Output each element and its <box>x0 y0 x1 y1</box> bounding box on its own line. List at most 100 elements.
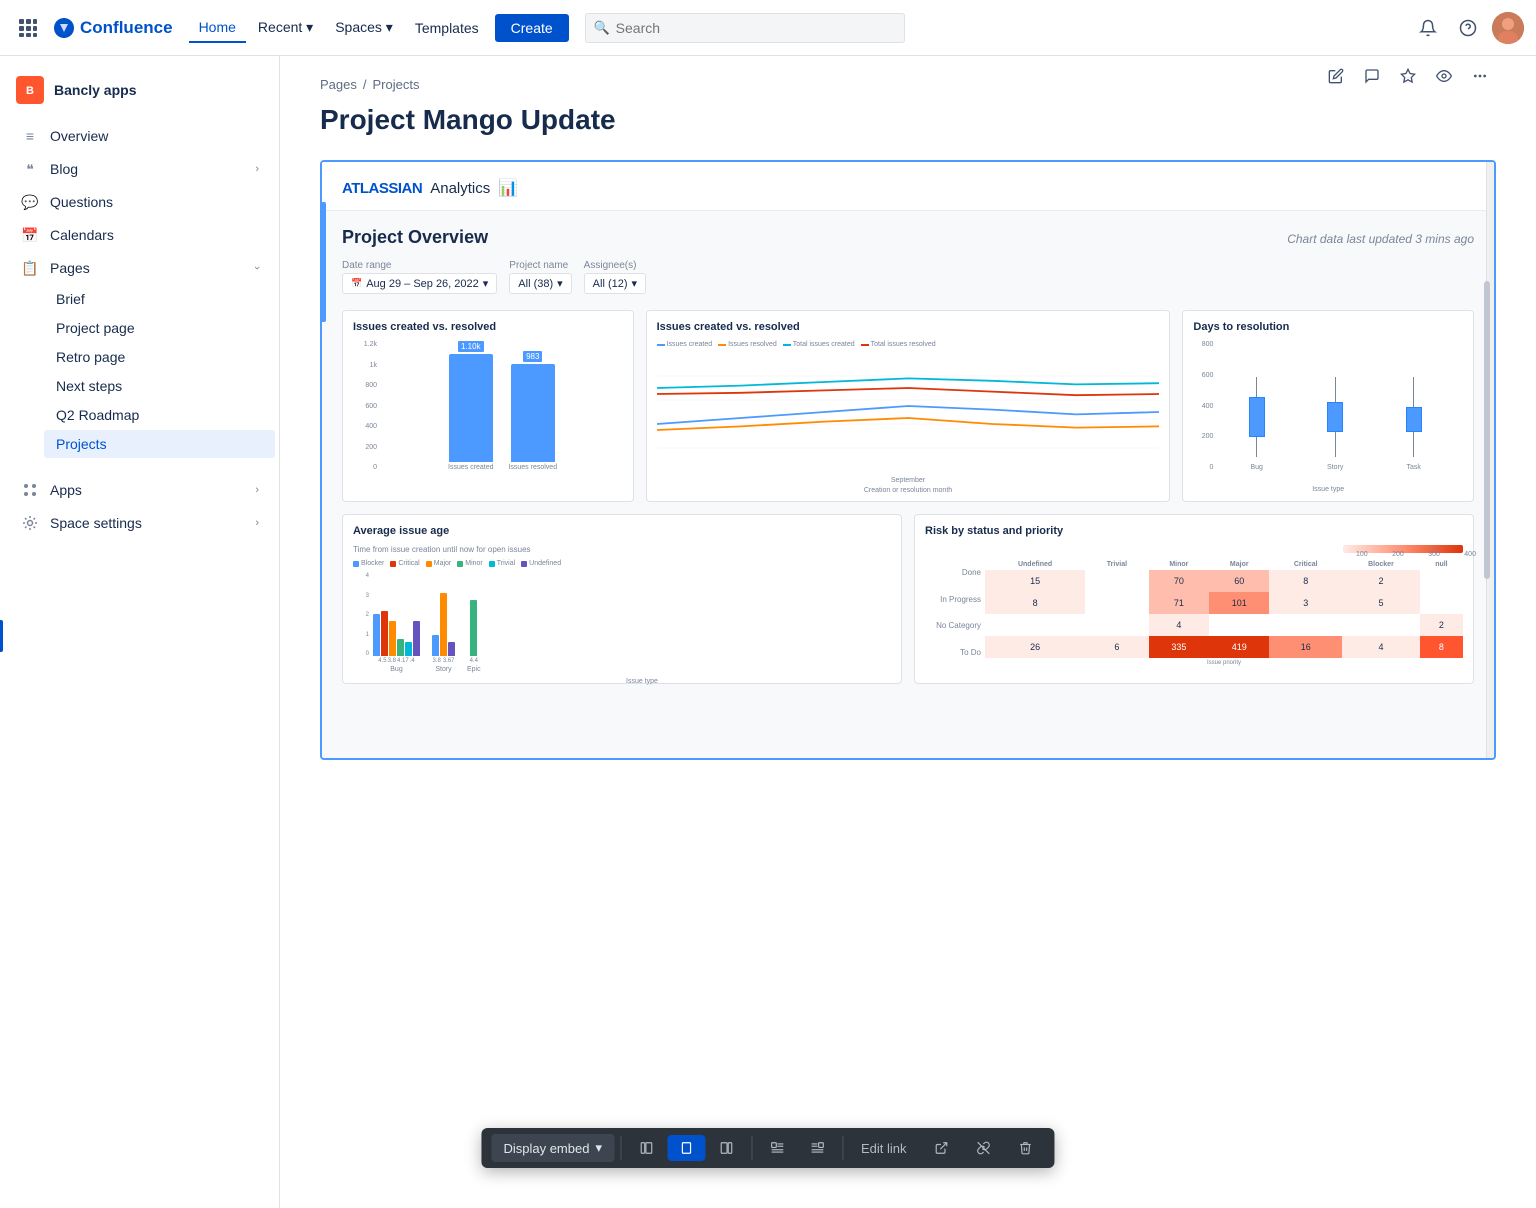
embed-scrollbar-thumb[interactable] <box>1484 281 1490 579</box>
days-resolution-chart: Days to resolution 8006004002000 <box>1182 310 1474 502</box>
sidebar-item-questions[interactable]: 💬 Questions <box>4 186 275 218</box>
pages-icon: 📋 <box>20 258 40 278</box>
project-label: Project name <box>509 260 571 271</box>
nav-home[interactable]: Home <box>189 13 246 43</box>
align-left-button[interactable] <box>627 1135 665 1161</box>
star-button[interactable] <box>1392 60 1424 92</box>
sidebar-item-q2-roadmap[interactable]: Q2 Roadmap <box>44 401 275 429</box>
nav-templates[interactable]: Templates <box>405 14 489 42</box>
box-bug-label: Bug <box>1250 464 1262 471</box>
wrap-left-button[interactable] <box>758 1135 796 1161</box>
age-bug-group: 4.53.84.17.4 Bug <box>373 572 420 673</box>
project-select[interactable]: All (38) ▾ <box>509 273 571 294</box>
risk-heatmap: Risk by status and priority 100200300400 <box>914 514 1474 684</box>
page-toolbar <box>1320 56 1496 100</box>
col-null: null <box>1420 559 1463 570</box>
nav-recent[interactable]: Recent ▾ <box>248 13 323 42</box>
user-avatar[interactable] <box>1492 12 1524 44</box>
analytics-section-title: Project Overview <box>342 227 488 248</box>
date-range-chevron: ▾ <box>483 277 489 290</box>
box-task-visual <box>1406 372 1422 462</box>
sidebar-item-retro-page[interactable]: Retro page <box>44 343 275 371</box>
analytics-brand-suffix: Analytics <box>430 180 490 197</box>
age-chart-title: Average issue age <box>353 525 891 537</box>
analytics-brand-icon: 📊 <box>498 178 518 198</box>
line-chart-svg <box>657 352 1160 472</box>
sidebar-item-overview[interactable]: ≡ Overview <box>4 120 275 152</box>
legend-issues-created: Issues created <box>657 341 713 348</box>
edit-button[interactable] <box>1320 60 1352 92</box>
assignee-select[interactable]: All (12) ▾ <box>584 273 646 294</box>
sidebar-item-pages[interactable]: 📋 Pages › <box>4 252 275 284</box>
wrap-right-button[interactable] <box>798 1135 836 1161</box>
logo-text: Confluence <box>80 18 173 38</box>
active-indicator <box>0 620 3 652</box>
sidebar-item-projects[interactable]: Projects <box>44 430 275 458</box>
box-chart-title: Days to resolution <box>1193 321 1463 333</box>
grid-icon[interactable] <box>12 12 44 44</box>
box-task: Task <box>1374 372 1453 471</box>
calendar-icon: 📅 <box>351 278 362 289</box>
sidebar-item-project-page[interactable]: Project page <box>44 314 275 342</box>
assignee-chevron: ▾ <box>632 277 638 290</box>
more-actions-button[interactable] <box>1464 60 1496 92</box>
top-charts-row: Issues created vs. resolved 1.2k1k800600… <box>342 310 1474 502</box>
age-x-label: Issue type <box>373 678 911 685</box>
sidebar-item-brief[interactable]: Brief <box>44 285 275 313</box>
brief-label: Brief <box>56 291 85 307</box>
delete-button[interactable] <box>1007 1135 1045 1161</box>
heatmap-grid: Undefined Trivial Minor Major Critical B… <box>985 559 1463 666</box>
apps-icon <box>20 480 40 500</box>
sidebar-item-blog[interactable]: ❝ Blog › <box>4 153 275 185</box>
heatmap-row-inprogress: 8 71 101 3 5 <box>985 592 1463 614</box>
date-range-filter: Date range 📅 Aug 29 – Sep 26, 2022 ▾ <box>342 260 497 294</box>
sidebar-item-next-steps[interactable]: Next steps <box>44 372 275 400</box>
box-bug: Bug <box>1217 372 1296 471</box>
col-trivial: Trivial <box>1085 559 1148 570</box>
edit-link-button[interactable]: Edit link <box>849 1135 919 1162</box>
avg-issue-age-chart: Average issue age Time from issue creati… <box>342 514 902 684</box>
logo[interactable]: Confluence <box>52 16 173 40</box>
issues-bar-chart: Issues created vs. resolved 1.2k1k800600… <box>342 310 634 502</box>
line-chart-title: Issues created vs. resolved <box>657 321 1160 333</box>
notifications-button[interactable] <box>1412 12 1444 44</box>
sidebar-item-calendars[interactable]: 📅 Calendars <box>4 219 275 251</box>
unlink-button[interactable] <box>965 1135 1003 1161</box>
space-header[interactable]: B Bancly apps <box>0 68 279 112</box>
nav-spaces[interactable]: Spaces ▾ <box>325 13 403 42</box>
create-button[interactable]: Create <box>495 14 569 42</box>
blog-icon: ❝ <box>20 159 40 179</box>
space-name: Bancly apps <box>54 82 136 98</box>
sidebar: B Bancly apps ≡ Overview ❝ Blog › 💬 Ques… <box>0 56 280 1208</box>
sidebar-item-apps[interactable]: Apps › <box>4 474 275 506</box>
heatmap-title: Risk by status and priority <box>925 525 1463 537</box>
display-embed-button[interactable]: Display embed ▾ <box>491 1134 614 1162</box>
legend-total-created: Total issues created <box>783 341 855 348</box>
box-x-label: Issue type <box>1193 486 1463 493</box>
search-input[interactable] <box>585 13 905 43</box>
heatmap-scale: 100200300400 <box>925 545 1463 553</box>
bar-created <box>449 354 493 462</box>
col-blocker: Blocker <box>1342 559 1420 570</box>
date-range-label: Date range <box>342 260 497 271</box>
box-chart-area: 8006004002000 Bug <box>1193 341 1463 491</box>
edit-link-label: Edit link <box>861 1141 907 1156</box>
sidebar-item-space-settings[interactable]: Space settings › <box>4 507 275 539</box>
heatmap-header: Undefined Trivial Minor Major Critical B… <box>985 559 1463 570</box>
age-story-label: Story <box>435 666 451 673</box>
bar-created-value: 1.10k <box>458 341 484 352</box>
age-epic-group: 4.4 Epic <box>467 572 481 673</box>
align-right-button[interactable] <box>707 1135 745 1161</box>
heatmap-y-labels: Done In Progress No Category To Do <box>925 559 985 666</box>
date-range-select[interactable]: 📅 Aug 29 – Sep 26, 2022 ▾ <box>342 273 497 294</box>
bar-item-resolved: 983 Issues resolved <box>508 341 558 471</box>
help-button[interactable] <box>1452 12 1484 44</box>
bar-y-axis: 1.2k1k8006004002000 <box>353 341 377 471</box>
breadcrumb-pages[interactable]: Pages <box>320 77 357 92</box>
embed-container[interactable]: ATLASSIAN Analytics 📊 Project Overview C… <box>320 160 1496 760</box>
watch-button[interactable] <box>1428 60 1460 92</box>
open-external-button[interactable] <box>923 1135 961 1161</box>
box-story-label: Story <box>1327 464 1343 471</box>
align-center-button[interactable] <box>667 1135 705 1161</box>
comment-button[interactable] <box>1356 60 1388 92</box>
